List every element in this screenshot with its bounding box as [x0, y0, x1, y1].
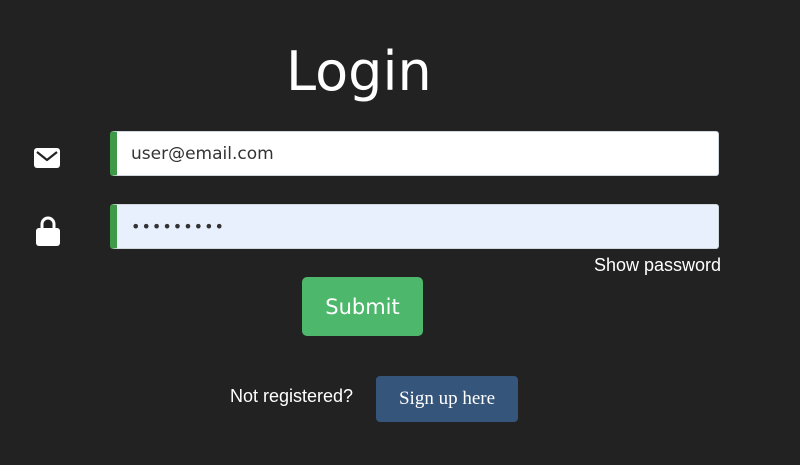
password-field[interactable]: [110, 204, 719, 249]
submit-button[interactable]: Submit: [302, 277, 423, 336]
envelope-icon: [34, 148, 60, 168]
page-title: Login: [286, 40, 432, 103]
show-password-toggle[interactable]: Show password: [594, 255, 721, 276]
not-registered-label: Not registered?: [230, 386, 354, 406]
sign-up-button[interactable]: Sign up here: [376, 376, 518, 422]
email-field[interactable]: [110, 131, 719, 176]
lock-icon: [36, 216, 60, 246]
